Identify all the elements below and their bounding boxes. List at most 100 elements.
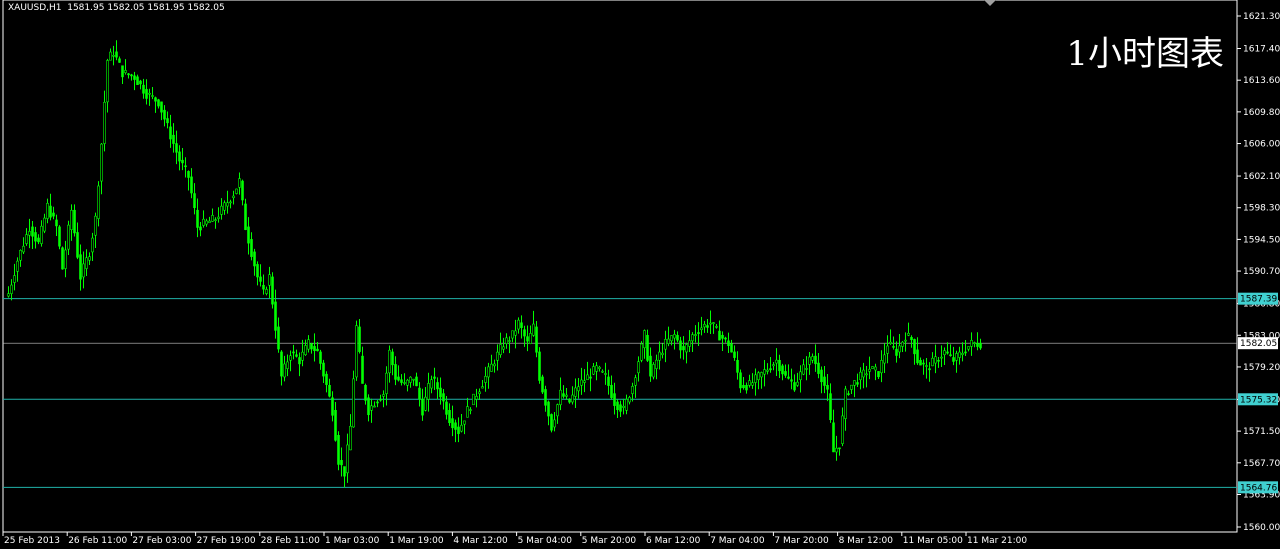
candle-body [331,397,334,416]
candle [55,214,58,236]
candle [961,342,964,362]
candle-body [457,426,460,435]
candle [160,101,163,121]
candle-body [838,447,841,450]
candle-body [484,376,487,383]
candle [922,359,925,375]
candle-body [541,376,544,393]
candle [931,352,934,367]
candle-body [823,376,826,386]
candle [889,329,892,345]
candle [58,225,61,250]
candle-body [346,444,349,474]
candle [424,386,427,412]
x-axis: 25 Feb 2013 26 Feb 11:00 27 Feb 03:00 27 Fe… [2,532,1027,546]
candle [274,289,277,339]
candle-body [949,354,952,357]
candle [358,318,361,354]
candle [115,40,118,61]
candle-body [517,319,520,330]
candle-body [196,209,199,228]
candle-body [454,422,457,430]
candle [979,338,982,350]
candle [451,405,454,437]
candle-body [460,424,463,432]
candle-body [658,351,661,361]
candle [484,366,487,392]
scroll-marker-icon[interactable] [984,0,996,6]
candle-body [487,366,490,378]
x-tick-label: 6 Mar 12:00 [646,536,701,546]
candle [637,356,640,382]
candle [112,45,115,66]
candle [559,377,562,411]
candle-body [268,274,271,286]
candle [847,390,850,396]
candle-body [406,379,409,386]
candle [433,367,436,391]
candle [541,374,544,395]
candle-body [685,344,688,353]
candle-body [343,466,346,477]
candle-body [619,404,622,412]
candle-body [502,346,505,350]
horizontal-levels[interactable] [3,298,1237,488]
candle-body [85,257,88,269]
level-tag-label: 1564.76 [1240,483,1277,493]
candle-body [508,340,511,342]
candle [34,226,37,249]
candle-body [952,357,955,362]
candle [754,368,757,396]
candle [106,58,109,113]
candle [73,204,76,237]
candle [457,417,460,443]
candle [850,384,853,394]
candle [25,228,28,246]
candle-body [379,398,382,401]
candle [598,365,601,372]
x-tick-label: 5 Mar 20:00 [582,536,637,546]
candle [76,222,79,260]
candle [307,335,310,353]
candle [805,356,808,381]
x-tick-label: 11 Mar 05:00 [903,536,963,546]
candle-body [895,348,898,356]
y-tick-label: 1598.30 [1243,204,1280,214]
candle-body [550,414,553,431]
candle [10,279,13,301]
candle-body [451,418,454,429]
candle-body [187,171,190,178]
candle [736,351,739,380]
candle [211,208,214,222]
candle [898,334,901,359]
y-tick-label: 1590.70 [1243,267,1280,277]
price-chart[interactable]: 1621.30 1617.40 1613.60 1609.80 1606.00 1602.… [0,0,1280,549]
x-tick-label: 25 Feb 2013 [4,536,60,546]
candle [760,371,763,389]
candle-body [184,165,187,168]
candle [400,374,403,386]
candle [493,359,496,373]
candle-body [148,92,151,95]
candle-body [775,359,778,364]
candle-body [313,346,316,351]
candle [547,400,550,426]
candle-body [628,397,631,403]
candle-body [844,388,847,419]
candle-body [442,393,445,402]
candle-body [529,333,532,344]
candle [142,78,145,99]
candle-body [283,363,286,378]
candle-body [70,209,73,230]
candle-body [967,346,970,350]
candle-body [733,351,736,358]
candle-body [643,330,646,349]
candle [496,344,499,371]
candle-body [10,284,13,294]
candle-body [415,376,418,387]
candle [43,213,46,234]
candle-body [955,353,958,361]
candle-body [472,393,475,406]
candle [943,347,946,366]
candle [808,351,811,375]
